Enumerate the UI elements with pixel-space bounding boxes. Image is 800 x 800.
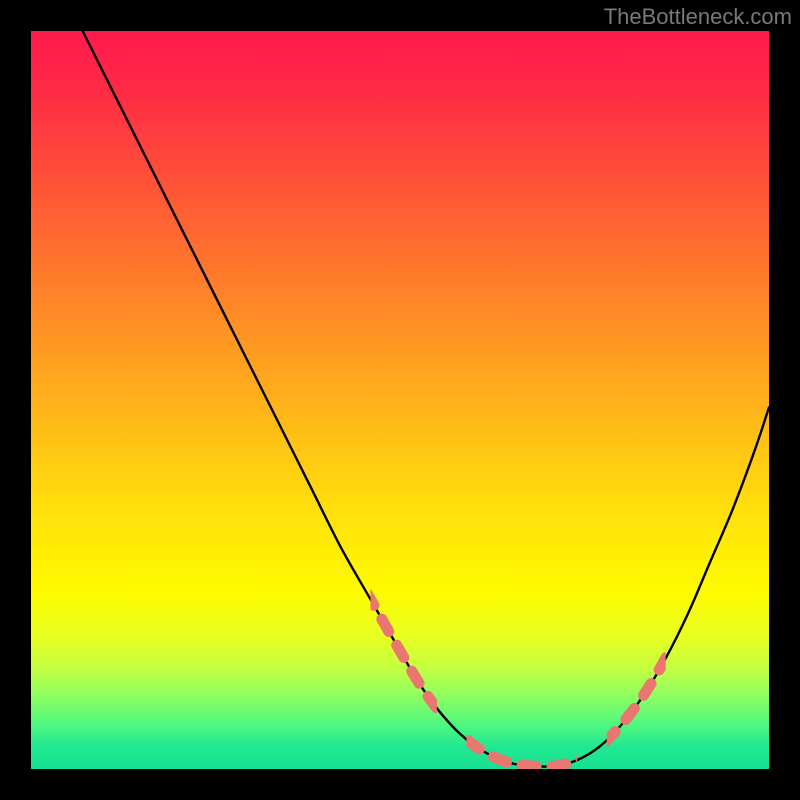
plot-area xyxy=(31,31,769,769)
curve-main xyxy=(83,31,769,767)
watermark-text: TheBottleneck.com xyxy=(604,4,792,30)
bottleneck-chart xyxy=(31,31,769,769)
chart-stage: TheBottleneck.com xyxy=(0,0,800,800)
